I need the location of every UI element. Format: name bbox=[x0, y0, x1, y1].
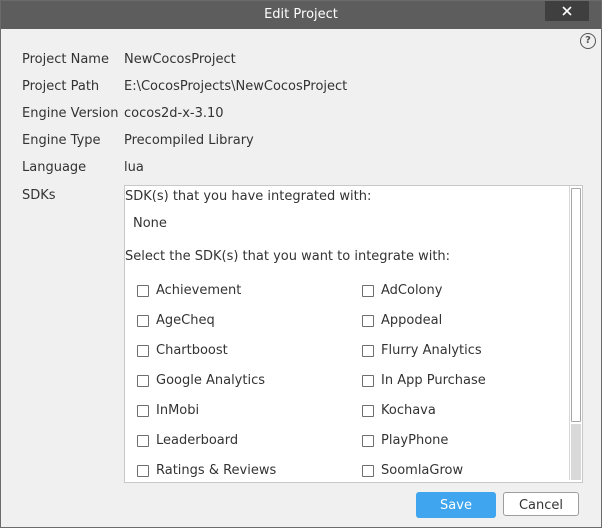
sdk-checkbox-google-analytics[interactable]: Google Analytics bbox=[137, 372, 337, 390]
project-name-value: NewCocosProject bbox=[124, 52, 236, 67]
project-path-label: Project Path bbox=[22, 79, 100, 94]
checkbox[interactable] bbox=[362, 465, 374, 477]
sdk-checkbox-label: Leaderboard bbox=[156, 433, 239, 448]
checkbox[interactable] bbox=[137, 435, 149, 447]
engine-type-value: Precompiled Library bbox=[124, 133, 254, 148]
cancel-button[interactable]: Cancel bbox=[503, 492, 579, 516]
checkbox[interactable] bbox=[362, 435, 374, 447]
language-value: lua bbox=[124, 160, 144, 175]
sdk-checkbox-ratings-reviews[interactable]: Ratings & Reviews bbox=[137, 462, 337, 480]
sdk-panel: SDK(s) that you have integrated with: No… bbox=[124, 185, 583, 483]
sdks-label: SDKs bbox=[22, 188, 56, 203]
sdk-checkbox-label: Achievement bbox=[156, 283, 242, 298]
scrollbar-thumb[interactable] bbox=[571, 188, 581, 422]
sdk-checkbox-label: In App Purchase bbox=[381, 373, 486, 388]
checkbox[interactable] bbox=[362, 315, 374, 327]
close-icon bbox=[562, 6, 572, 16]
save-button[interactable]: Save bbox=[416, 492, 496, 518]
project-name-label: Project Name bbox=[22, 52, 109, 67]
language-label: Language bbox=[22, 160, 87, 175]
sdk-checkbox-label: SoomlaGrow bbox=[381, 463, 464, 478]
sdk-checkbox-chartboost[interactable]: Chartboost bbox=[137, 342, 337, 360]
sdk-checkbox-appodeal[interactable]: Appodeal bbox=[362, 312, 562, 330]
sdk-checkbox-label: Ratings & Reviews bbox=[156, 463, 277, 478]
edit-project-dialog: Edit Project ? Project Name NewCocosProj… bbox=[0, 0, 602, 528]
engine-version-value: cocos2d-x-3.10 bbox=[124, 106, 224, 121]
integrated-sdks-heading: SDK(s) that you have integrated with: bbox=[125, 189, 372, 204]
sdk-checkbox-inmobi[interactable]: InMobi bbox=[137, 402, 337, 420]
sdk-checkbox-label: Google Analytics bbox=[156, 373, 266, 388]
sdk-checkbox-in-app-purchase[interactable]: In App Purchase bbox=[362, 372, 562, 390]
checkbox[interactable] bbox=[362, 405, 374, 417]
dialog-title: Edit Project bbox=[264, 7, 338, 22]
sdk-checkbox-achievement[interactable]: Achievement bbox=[137, 282, 337, 300]
checkbox[interactable] bbox=[137, 465, 149, 477]
engine-type-label: Engine Type bbox=[22, 133, 101, 148]
integrated-sdks-value: None bbox=[133, 216, 167, 231]
sdk-checkbox-flurry-analytics[interactable]: Flurry Analytics bbox=[362, 342, 562, 360]
checkbox[interactable] bbox=[362, 375, 374, 387]
project-path-value: E:\CocosProjects\NewCocosProject bbox=[124, 79, 348, 94]
sdk-checkbox-label: Chartboost bbox=[156, 343, 228, 358]
sdk-checkbox-leaderboard[interactable]: Leaderboard bbox=[137, 432, 337, 450]
scrollbar-track[interactable] bbox=[571, 424, 581, 480]
sdk-checkbox-agecheq[interactable]: AgeCheq bbox=[137, 312, 337, 330]
sdk-checkbox-label: Appodeal bbox=[381, 313, 443, 328]
sdk-checkbox-kochava[interactable]: Kochava bbox=[362, 402, 562, 420]
checkbox[interactable] bbox=[137, 405, 149, 417]
sdk-checkbox-label: AgeCheq bbox=[156, 313, 215, 328]
checkbox[interactable] bbox=[362, 285, 374, 297]
sdk-checkbox-label: PlayPhone bbox=[381, 433, 449, 448]
sdk-checkbox-playphone[interactable]: PlayPhone bbox=[362, 432, 562, 450]
sdk-checkbox-label: InMobi bbox=[156, 403, 200, 418]
checkbox[interactable] bbox=[137, 345, 149, 357]
sdk-checkbox-label: AdColony bbox=[381, 283, 443, 298]
select-sdks-heading: Select the SDK(s) that you want to integ… bbox=[125, 249, 451, 264]
sdk-checkbox-label: Flurry Analytics bbox=[381, 343, 482, 358]
sdk-checkbox-adcolony[interactable]: AdColony bbox=[362, 282, 562, 300]
title-bar[interactable]: Edit Project bbox=[1, 1, 601, 29]
engine-version-label: Engine Version bbox=[22, 106, 119, 121]
checkbox[interactable] bbox=[137, 285, 149, 297]
checkbox[interactable] bbox=[137, 315, 149, 327]
sdk-checkbox-soomlagrow[interactable]: SoomlaGrow bbox=[362, 462, 562, 480]
sdk-checkbox-label: Kochava bbox=[381, 403, 436, 418]
sdk-panel-scrollbar[interactable] bbox=[569, 186, 582, 480]
close-button[interactable] bbox=[545, 1, 589, 21]
checkbox[interactable] bbox=[362, 345, 374, 357]
checkbox[interactable] bbox=[137, 375, 149, 387]
help-icon[interactable]: ? bbox=[580, 33, 596, 49]
